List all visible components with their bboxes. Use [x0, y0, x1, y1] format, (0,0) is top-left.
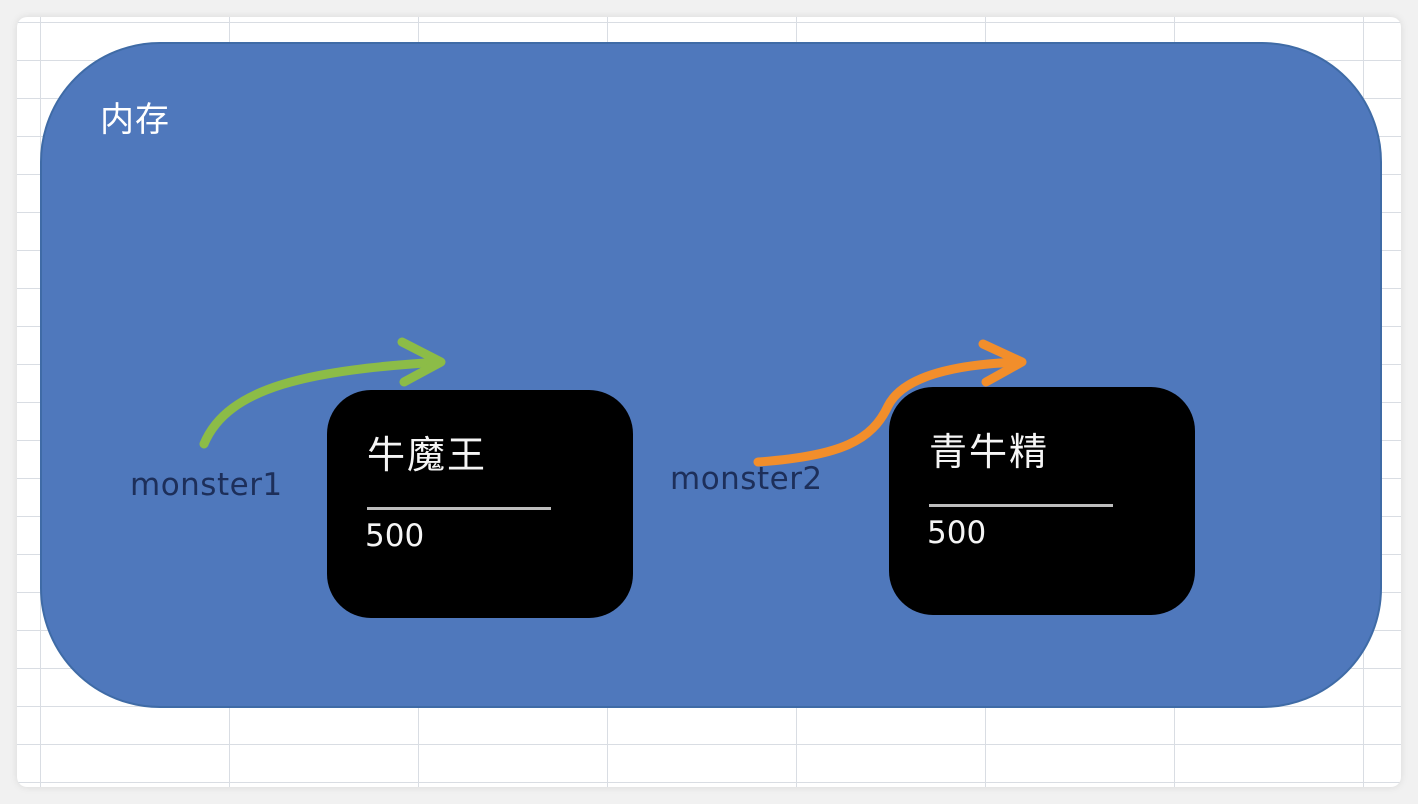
object-divider — [929, 504, 1113, 507]
memory-label: 内存 — [100, 100, 170, 140]
memory-region — [40, 42, 1382, 708]
object-value: 500 — [927, 515, 987, 551]
variable-label-monster1: monster1 — [130, 467, 283, 503]
object-box-2: 青牛精 500 — [889, 387, 1195, 615]
object-name: 青牛精 — [929, 430, 1050, 474]
object-value: 500 — [365, 518, 425, 554]
object-box-1: 牛魔王 500 — [327, 390, 633, 618]
variable-label-monster2: monster2 — [670, 461, 823, 497]
object-name: 牛魔王 — [367, 433, 488, 477]
object-divider — [367, 507, 551, 510]
